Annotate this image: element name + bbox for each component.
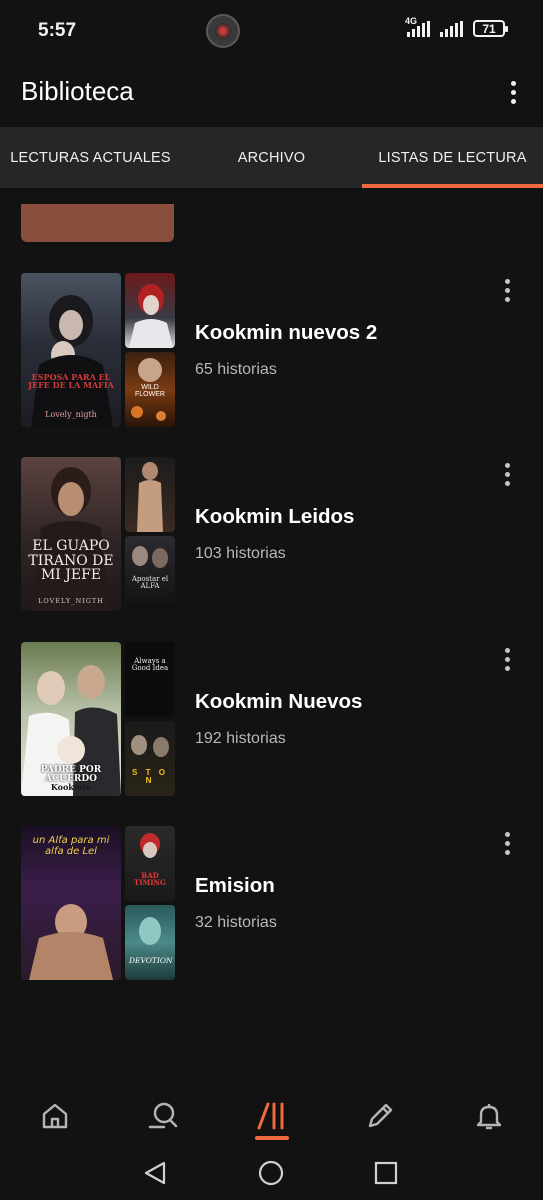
cover-title: WILD FLOWER [135,384,165,399]
cellular-signal-2-icon [440,20,463,37]
cover-title: DEVOTION [129,956,173,965]
tab-archivo[interactable]: ARCHIVO [181,127,362,188]
app-header: Biblioteca [0,62,543,126]
reading-list-count: 65 historias [195,361,277,378]
more-vertical-icon[interactable] [498,275,516,305]
reading-list-cover-small: BAD TIMING [125,826,175,901]
reading-list-cover-main: EL GUAPO TIRANO DE MI JEFE LOVELY_NIGTH [21,457,121,611]
status-time: 5:57 [38,20,77,41]
reading-list-cover-main: ESPOSA PARA EL JEFE DE LA MAFIA Lovely_n… [21,273,121,427]
library-tabs: LECTURAS ACTUALES ARCHIVO LISTAS DE LECT… [0,127,543,188]
network-type: 4G [405,15,418,26]
page-title: Biblioteca [21,76,134,106]
more-vertical-icon[interactable] [501,76,525,108]
bell-icon[interactable] [467,1094,511,1138]
status-indicators: 4G 71 [405,16,508,37]
reading-list-cover-small [125,273,175,348]
cover-title: Always a Good Idea [131,657,169,673]
tab-lecturas-actuales[interactable]: LECTURAS ACTUALES [0,127,181,188]
search-icon[interactable] [141,1094,185,1138]
reading-list-cover-partial[interactable] [21,204,174,242]
reading-list-item[interactable]: EL GUAPO TIRANO DE MI JEFE LOVELY_NIGTH … [0,457,543,613]
cover-title: S T O N [132,768,168,786]
reading-list-item[interactable]: un Alfa para mi alfa de Lel BAD TIMING D… [0,826,543,982]
reading-list-item[interactable]: PADRE POR ACUERDO Kookmin Always a Good … [0,642,543,798]
reading-list-item[interactable]: ESPOSA PARA EL JEFE DE LA MAFIA Lovely_n… [0,273,543,429]
reading-list-title: Kookmin nuevos 2 [195,321,378,344]
cover-author: Lovely_nigth [45,410,97,419]
reading-list-cover-small [125,457,175,532]
more-vertical-icon[interactable] [498,459,516,489]
cover-author: Kookmin [50,782,92,792]
battery-level: 71 [482,21,496,36]
pencil-icon[interactable] [358,1094,402,1138]
cover-title: EL GUAPO TIRANO DE MI JEFE [28,538,114,584]
home-icon[interactable] [33,1094,77,1138]
cover-title: un Alfa para mi alfa de Lel [32,835,110,857]
cellular-signal-icon: 4G [405,16,430,37]
reading-list-cover-small: WILD FLOWER [125,352,175,427]
reading-list-title: Emision [195,874,275,897]
reading-list-count: 103 historias [195,545,286,562]
reading-list-cover-small: Apostar el ALFA [125,536,175,611]
recents-icon[interactable] [369,1156,403,1190]
reading-list-cover-small: Always a Good Idea [125,642,175,717]
reading-list-count: 32 historias [195,914,277,931]
notification-icon [206,14,240,48]
reading-list-title: Kookmin Leidos [195,505,355,528]
more-vertical-icon[interactable] [498,828,516,858]
reading-list-cover-main: un Alfa para mi alfa de Lel [21,826,121,980]
cover-title: Apostar el ALFA [131,575,169,591]
reading-list-title: Kookmin Nuevos [195,690,363,713]
nav-active-indicator [255,1136,289,1140]
reading-list-cover-main: PADRE POR ACUERDO Kookmin [21,642,121,796]
reading-list-cover-small: S T O N [125,721,175,796]
battery-icon: 71 [473,20,508,37]
home-circle-icon[interactable] [254,1156,288,1190]
cover-title: BAD TIMING [134,871,166,888]
system-navigation-bar [0,1144,543,1200]
reading-list-cover-small: DEVOTION [125,905,175,980]
library-icon[interactable] [250,1094,294,1138]
tab-listas-de-lectura[interactable]: LISTAS DE LECTURA [362,127,543,188]
cover-title: ESPOSA PARA EL JEFE DE LA MAFIA [28,372,114,391]
cover-author: LOVELY_NIGTH [38,597,104,605]
bottom-navigation [0,1084,543,1144]
status-bar: 5:57 4G 71 [0,0,543,62]
more-vertical-icon[interactable] [498,644,516,674]
reading-list-count: 192 historias [195,730,286,747]
back-icon[interactable] [138,1156,172,1190]
